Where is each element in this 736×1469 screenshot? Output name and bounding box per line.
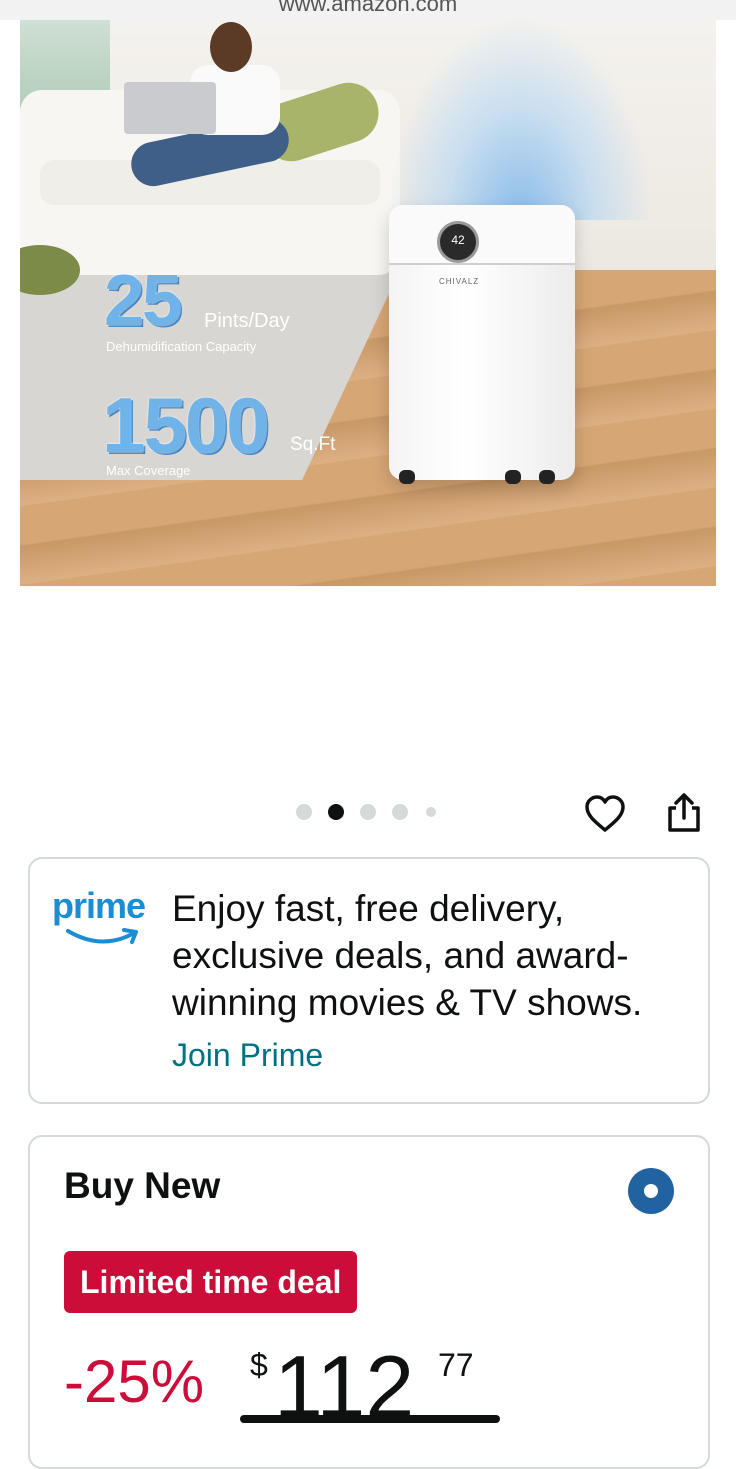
buy-new-radio[interactable] [628,1168,674,1214]
brand-label: CHIVALZ [439,277,480,286]
coverage-caption: Max Coverage [106,463,191,478]
price-underline [240,1415,500,1423]
capacity-caption: Dehumidification Capacity [106,339,257,354]
wheel-middle [505,470,521,484]
capacity-value: 25 [104,261,182,341]
prime-promo-card: prime Enjoy fast, free delivery, exclusi… [28,857,710,1104]
humidity-display: 42 [437,221,479,263]
heart-icon[interactable] [584,794,626,834]
person-head [210,22,252,72]
humidity-display-value: 42 [451,233,465,247]
join-prime-link[interactable]: Join Prime [172,1037,323,1074]
prime-logo-text: prime [52,885,146,926]
price-fraction: 77 [438,1347,474,1383]
dehumidifier-unit: 42 CHIVALZ [389,205,575,484]
url-bar[interactable]: www.amazon.com [0,0,736,20]
coverage-unit: Sq.Ft [290,434,336,455]
carousel-dot[interactable] [296,804,312,820]
price-currency: $ [250,1347,268,1383]
prime-logo: prime [52,885,156,949]
capacity-unit: Pints/Day [204,310,290,332]
carousel-dot[interactable] [426,807,436,817]
share-icon[interactable] [664,792,704,834]
laptop [124,82,216,134]
url-text: www.amazon.com [278,0,458,16]
discount-percent: -25% [64,1348,205,1415]
carousel-dot[interactable] [392,804,408,820]
wheel-right [539,470,555,484]
dehumidifier-top-panel: 42 [389,205,575,265]
airflow-effect [390,20,650,220]
buy-new-card[interactable]: Buy New Limited time deal -25% $ 112 77 [28,1135,710,1469]
limited-deal-badge: Limited time deal [64,1251,358,1313]
carousel-dot-active[interactable] [328,804,344,820]
coverage-value: 1500 [102,381,270,469]
product-image[interactable]: 42 CHIVALZ 25 Pints/Day Dehumidification… [20,20,716,586]
prime-message: Enjoy fast, free delivery, exclusive dea… [172,888,643,1023]
wheel-left [399,470,415,484]
prime-smile-icon [66,928,138,944]
carousel-dot[interactable] [360,804,376,820]
buy-new-title: Buy New [64,1165,221,1206]
